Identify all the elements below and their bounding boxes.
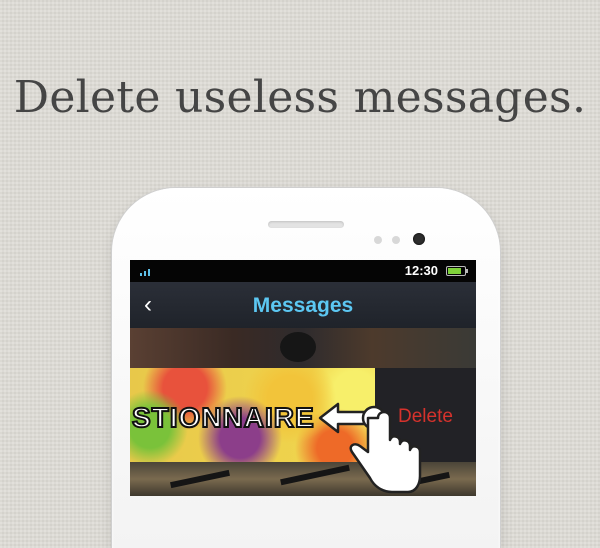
swipe-hand-icon [318, 402, 422, 494]
status-time: 12:30 [404, 263, 438, 278]
nav-bar: ‹ Messages [130, 282, 476, 328]
message-text: STIONNAIRE [131, 401, 315, 434]
message-item[interactable] [130, 462, 476, 496]
thumbnail-shape [280, 332, 316, 362]
phone-screen: 12:30 ‹ Messages STIONNAIRE Delete [130, 260, 476, 496]
message-item[interactable] [130, 328, 476, 368]
message-item-swiped[interactable]: STIONNAIRE Delete [130, 368, 476, 462]
front-camera [413, 233, 425, 245]
nav-title: Messages [252, 294, 354, 317]
signal-icon [140, 268, 154, 276]
battery-icon [446, 266, 468, 276]
status-bar: 12:30 [130, 260, 476, 282]
sensor-dot [392, 236, 400, 244]
phone-speaker [268, 221, 344, 228]
thumbnail-stripe [170, 469, 230, 489]
headline: Delete useless messages. [13, 72, 587, 123]
sensor-dot [374, 236, 382, 244]
